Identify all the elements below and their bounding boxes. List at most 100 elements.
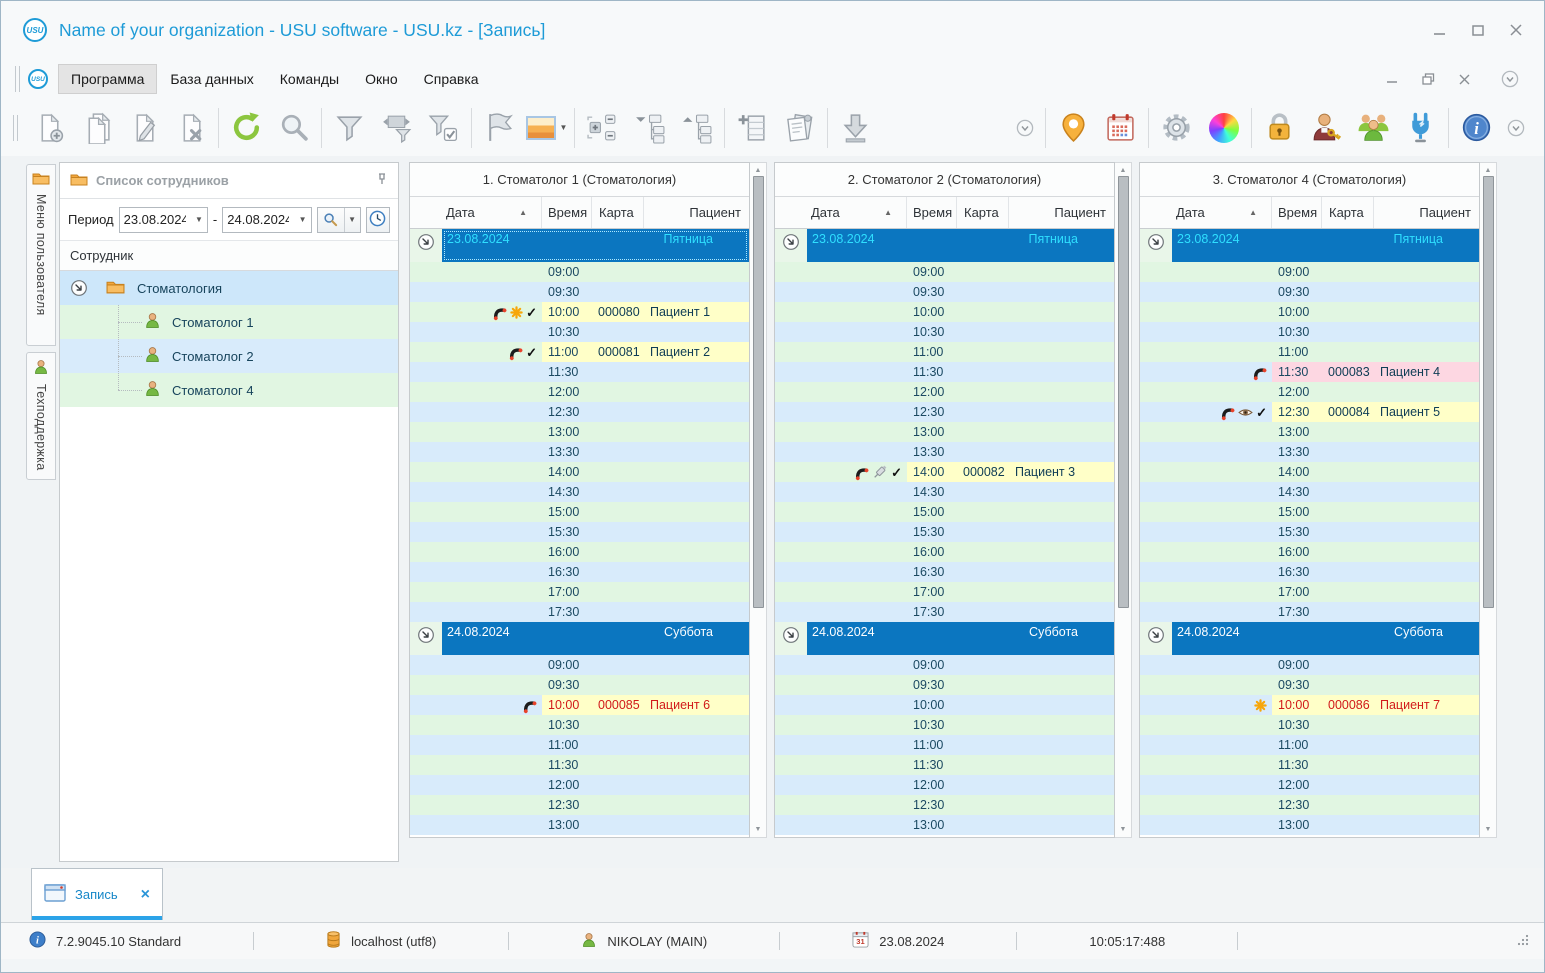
time-slot-row[interactable]: 16:30 — [1140, 562, 1479, 582]
column-header-date[interactable]: Дата ▲ — [410, 197, 542, 228]
column-header-patient[interactable]: Пациент — [644, 197, 749, 228]
time-slot-row[interactable]: 14:30 — [775, 482, 1114, 502]
filter-button[interactable] — [326, 105, 373, 151]
column-header-card[interactable]: Карта — [957, 197, 1009, 228]
mdi-close-button[interactable] — [1459, 74, 1470, 85]
doc-copy-button[interactable] — [73, 105, 120, 151]
search-options-arrow[interactable]: ▼ — [343, 207, 360, 232]
mdi-restore-button[interactable] — [1422, 73, 1435, 85]
collapse-group-icon[interactable] — [782, 626, 800, 644]
time-slot-row[interactable]: 15:30 — [1140, 522, 1479, 542]
appointment-row[interactable]: ✓ 11:00 000081 Пациент 2 — [410, 342, 749, 362]
time-slot-row[interactable]: 12:30 — [1140, 795, 1479, 815]
column-header-date[interactable]: Дата ▲ — [1140, 197, 1272, 228]
time-slot-row[interactable]: 11:00 — [410, 735, 749, 755]
time-slot-row[interactable]: 14:30 — [410, 482, 749, 502]
time-slot-row[interactable]: 12:30 — [410, 402, 749, 422]
scrollbar-thumb[interactable] — [1482, 176, 1494, 608]
time-slot-row[interactable]: 11:00 — [1140, 735, 1479, 755]
lock-button[interactable] — [1256, 105, 1303, 151]
branch-expand-button[interactable] — [673, 105, 720, 151]
resize-grip[interactable] — [1516, 933, 1530, 950]
time-slot-row[interactable]: 09:30 — [1140, 675, 1479, 695]
tab-close-icon[interactable]: × — [141, 886, 150, 903]
menu-item-4[interactable]: Окно — [352, 64, 411, 94]
collapse-group-icon[interactable] — [417, 233, 435, 251]
collapse-group-icon[interactable] — [1147, 233, 1165, 251]
doc-delete-button[interactable] — [167, 105, 214, 151]
time-slot-row[interactable]: 10:30 — [410, 715, 749, 735]
doc-add-button[interactable] — [26, 105, 73, 151]
time-slot-row[interactable]: 09:00 — [1140, 262, 1479, 282]
time-slot-row[interactable]: 10:00 — [775, 302, 1114, 322]
menu-item-1[interactable]: Программа — [58, 64, 158, 94]
column-header-card[interactable]: Карта — [592, 197, 644, 228]
vertical-scrollbar[interactable]: ▲ ▼ — [1480, 162, 1497, 838]
time-slot-row[interactable]: 09:30 — [775, 282, 1114, 302]
time-slot-row[interactable]: 16:30 — [410, 562, 749, 582]
tab-user-menu[interactable]: Меню пользователя — [26, 164, 56, 346]
report-button[interactable] — [776, 105, 823, 151]
time-slot-row[interactable]: 12:00 — [410, 775, 749, 795]
time-slot-row[interactable]: 11:30 — [410, 755, 749, 775]
employee-column-header[interactable]: Сотрудник — [60, 241, 398, 271]
filter-check-button[interactable] — [420, 105, 467, 151]
time-slot-row[interactable]: 14:00 — [1140, 462, 1479, 482]
minimize-button[interactable] — [1433, 25, 1446, 36]
time-slot-row[interactable]: 10:00 — [775, 695, 1114, 715]
menu-item-5[interactable]: Справка — [411, 64, 492, 94]
time-slot-row[interactable]: 10:30 — [775, 322, 1114, 342]
menu-item-2[interactable]: База данных — [157, 64, 266, 94]
date-group-row[interactable]: 23.08.2024 Пятница — [410, 229, 749, 262]
time-slot-row[interactable]: 13:00 — [1140, 422, 1479, 442]
info-button[interactable]: i — [1453, 105, 1500, 151]
menu-item-3[interactable]: Команды — [267, 64, 352, 94]
time-slot-row[interactable]: 09:00 — [775, 655, 1114, 675]
time-slot-row[interactable]: 11:00 — [775, 342, 1114, 362]
row-add-button[interactable] — [729, 105, 776, 151]
tree-employee-row[interactable]: Стоматолог 2 — [60, 339, 398, 373]
time-slot-row[interactable]: 14:00 — [410, 462, 749, 482]
time-slot-row[interactable]: 17:00 — [1140, 582, 1479, 602]
branch-collapse-button[interactable] — [626, 105, 673, 151]
scrollbar-thumb[interactable] — [1117, 176, 1129, 608]
refresh-button[interactable] — [223, 105, 270, 151]
time-slot-row[interactable]: 09:00 — [1140, 655, 1479, 675]
time-slot-row[interactable]: 17:00 — [775, 582, 1114, 602]
column-header-patient[interactable]: Пациент — [1374, 197, 1479, 228]
scroll-down-icon[interactable]: ▼ — [755, 826, 762, 833]
calendar-button[interactable] — [1097, 105, 1144, 151]
appointment-row[interactable]: 11:30 000083 Пациент 4 — [1140, 362, 1479, 382]
time-slot-row[interactable]: 13:00 — [410, 815, 749, 835]
collapse-group-icon[interactable] — [417, 626, 435, 644]
time-slot-row[interactable]: 09:30 — [410, 675, 749, 695]
scroll-up-icon[interactable]: ▲ — [1120, 167, 1127, 174]
column-header-date[interactable]: Дата ▲ — [775, 197, 907, 228]
time-slot-row[interactable]: 16:00 — [1140, 542, 1479, 562]
appointment-row[interactable]: ✓ 10:00 000080 Пациент 1 — [410, 302, 749, 322]
column-header-card[interactable]: Карта — [1322, 197, 1374, 228]
time-slot-row[interactable]: 09:00 — [410, 655, 749, 675]
column-header-time[interactable]: Время — [542, 197, 592, 228]
plug-button[interactable] — [1397, 105, 1444, 151]
collapse-group-icon[interactable] — [782, 233, 800, 251]
doc-edit-button[interactable] — [120, 105, 167, 151]
date-group-row[interactable]: 23.08.2024 Пятница — [1140, 229, 1479, 262]
tree-employee-row[interactable]: Стоматолог 4 — [60, 373, 398, 407]
time-slot-row[interactable]: 10:00 — [1140, 302, 1479, 322]
menubar-options-chevron-icon[interactable] — [1498, 67, 1522, 91]
appointment-row[interactable]: ✓ 14:00 000082 Пациент 3 — [775, 462, 1114, 482]
time-slot-row[interactable]: 16:00 — [775, 542, 1114, 562]
time-slot-row[interactable]: 12:00 — [1140, 775, 1479, 795]
search-button[interactable]: ▼ — [316, 206, 361, 233]
time-slot-row[interactable]: 13:30 — [1140, 442, 1479, 462]
scrollbar-thumb[interactable] — [752, 176, 764, 608]
time-slot-row[interactable]: 15:00 — [410, 502, 749, 522]
date-from-select[interactable]: 23.08.2024 ▼ — [118, 206, 208, 233]
filter-columns-button[interactable] — [373, 105, 420, 151]
time-slot-row[interactable]: 09:00 — [410, 262, 749, 282]
time-slot-row[interactable]: 13:00 — [775, 422, 1114, 442]
vertical-scrollbar[interactable]: ▲ ▼ — [1115, 162, 1132, 838]
tab-support[interactable]: Техподдержка — [26, 352, 56, 480]
tree-employee-row[interactable]: Стоматолог 1 — [60, 305, 398, 339]
